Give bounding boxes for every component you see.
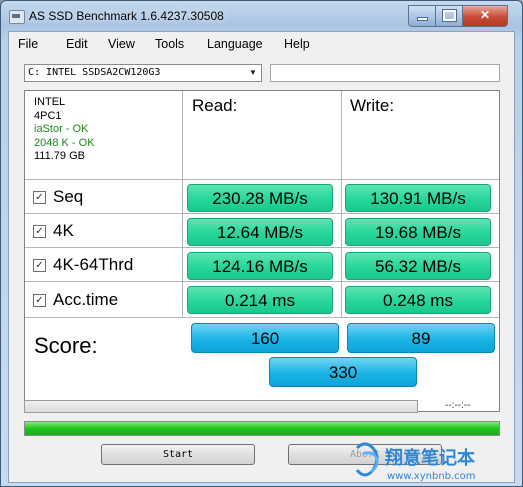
window-title: AS SSD Benchmark 1.6.4237.30508 — [29, 9, 224, 23]
4k64-write-value: 56.32 MB/s — [345, 252, 491, 280]
drive-vendor: INTEL — [34, 96, 66, 108]
row-label-text: 4K-64Thrd — [53, 255, 134, 274]
driver-status: iaStor - OK — [34, 123, 89, 135]
maximize-icon — [442, 10, 456, 21]
drive-size: 111.79 GB — [34, 150, 85, 162]
row-label-text: 4K — [53, 221, 74, 240]
drive-select-value: C: INTEL SSDSA2CW120G3 — [28, 67, 161, 78]
seq-read-value: 230.28 MB/s — [187, 184, 333, 212]
app-window: AS SSD Benchmark 1.6.4237.30508 ✕ File E… — [0, 0, 523, 487]
watermark-url: www.xynbnb.com — [387, 471, 476, 482]
row-label-text: Acc.time — [53, 290, 119, 309]
progress-bar — [24, 400, 418, 413]
overall-progress-bar — [24, 421, 500, 436]
write-score: 89 — [347, 323, 495, 353]
alignment-status: 2048 K - OK — [34, 136, 95, 149]
close-icon: ✕ — [479, 8, 491, 22]
title-bar[interactable]: AS SSD Benchmark 1.6.4237.30508 ✕ — [1, 1, 522, 31]
row-divider — [25, 281, 499, 282]
drive-info: INTEL 4PC1 iaStor - OK 2048 K - OK 111.7… — [34, 96, 95, 164]
write-header: Write: — [350, 96, 395, 115]
start-button[interactable]: Start — [101, 444, 255, 465]
row-divider — [25, 247, 499, 248]
seq-checkbox[interactable]: ✓ — [33, 190, 46, 204]
seq-write-value: 130.91 MB/s — [345, 184, 491, 212]
maximize-button[interactable] — [435, 5, 463, 27]
minimize-icon — [416, 17, 428, 21]
watermark-logo — [355, 442, 379, 477]
row-divider — [25, 179, 499, 180]
menu-language[interactable]: Language — [207, 37, 263, 51]
menu-file[interactable]: File — [18, 37, 38, 51]
acctime-read-value: 0.214 ms — [187, 286, 333, 314]
menu-view[interactable]: View — [108, 37, 135, 51]
4k-read-value: 12.64 MB/s — [187, 218, 333, 246]
info-field — [270, 64, 500, 82]
close-button[interactable]: ✕ — [462, 5, 508, 27]
site-watermark: 翔意笔记本 www.xynbnb.com — [355, 442, 476, 482]
menu-help[interactable]: Help — [284, 37, 310, 51]
menu-tools[interactable]: Tools — [155, 37, 184, 51]
minimize-button[interactable] — [408, 5, 436, 27]
overall-progress-fill — [25, 422, 499, 435]
client-area: File Edit View Tools Language Help C: IN… — [8, 31, 515, 483]
results-grid: INTEL 4PC1 iaStor - OK 2048 K - OK 111.7… — [24, 90, 500, 412]
total-score: 330 — [269, 357, 417, 387]
dropdown-arrow-icon[interactable]: ▼ — [245, 65, 261, 81]
read-header: Read: — [192, 96, 238, 115]
menu-bar: File Edit View Tools Language Help — [9, 34, 514, 54]
row-divider — [25, 317, 499, 318]
row-label-text: Seq — [53, 187, 84, 206]
column-divider — [182, 91, 183, 317]
4k64-checkbox[interactable]: ✓ — [33, 258, 46, 272]
read-score: 160 — [191, 323, 339, 353]
4k-checkbox[interactable]: ✓ — [33, 224, 46, 238]
app-icon — [9, 10, 25, 24]
row-4k64-label[interactable]: ✓ 4K-64Thrd — [33, 251, 133, 279]
watermark-brand: 翔意笔记本 — [384, 447, 475, 469]
acctime-checkbox[interactable]: ✓ — [33, 293, 46, 307]
menu-edit[interactable]: Edit — [66, 37, 88, 51]
row-divider — [25, 213, 499, 214]
4k64-read-value: 124.16 MB/s — [187, 252, 333, 280]
drive-select[interactable]: C: INTEL SSDSA2CW120G3 ▼ — [24, 64, 262, 82]
column-divider — [341, 91, 342, 317]
drive-firmware: 4PC1 — [34, 109, 62, 122]
row-acctime-label[interactable]: ✓ Acc.time — [33, 285, 118, 315]
row-4k-label[interactable]: ✓ 4K — [33, 217, 74, 245]
row-seq-label[interactable]: ✓ Seq — [33, 183, 83, 211]
elapsed-time: --:--:-- — [445, 400, 471, 411]
4k-write-value: 19.68 MB/s — [345, 218, 491, 246]
acctime-write-value: 0.248 ms — [345, 286, 491, 314]
score-label: Score: — [34, 333, 98, 358]
